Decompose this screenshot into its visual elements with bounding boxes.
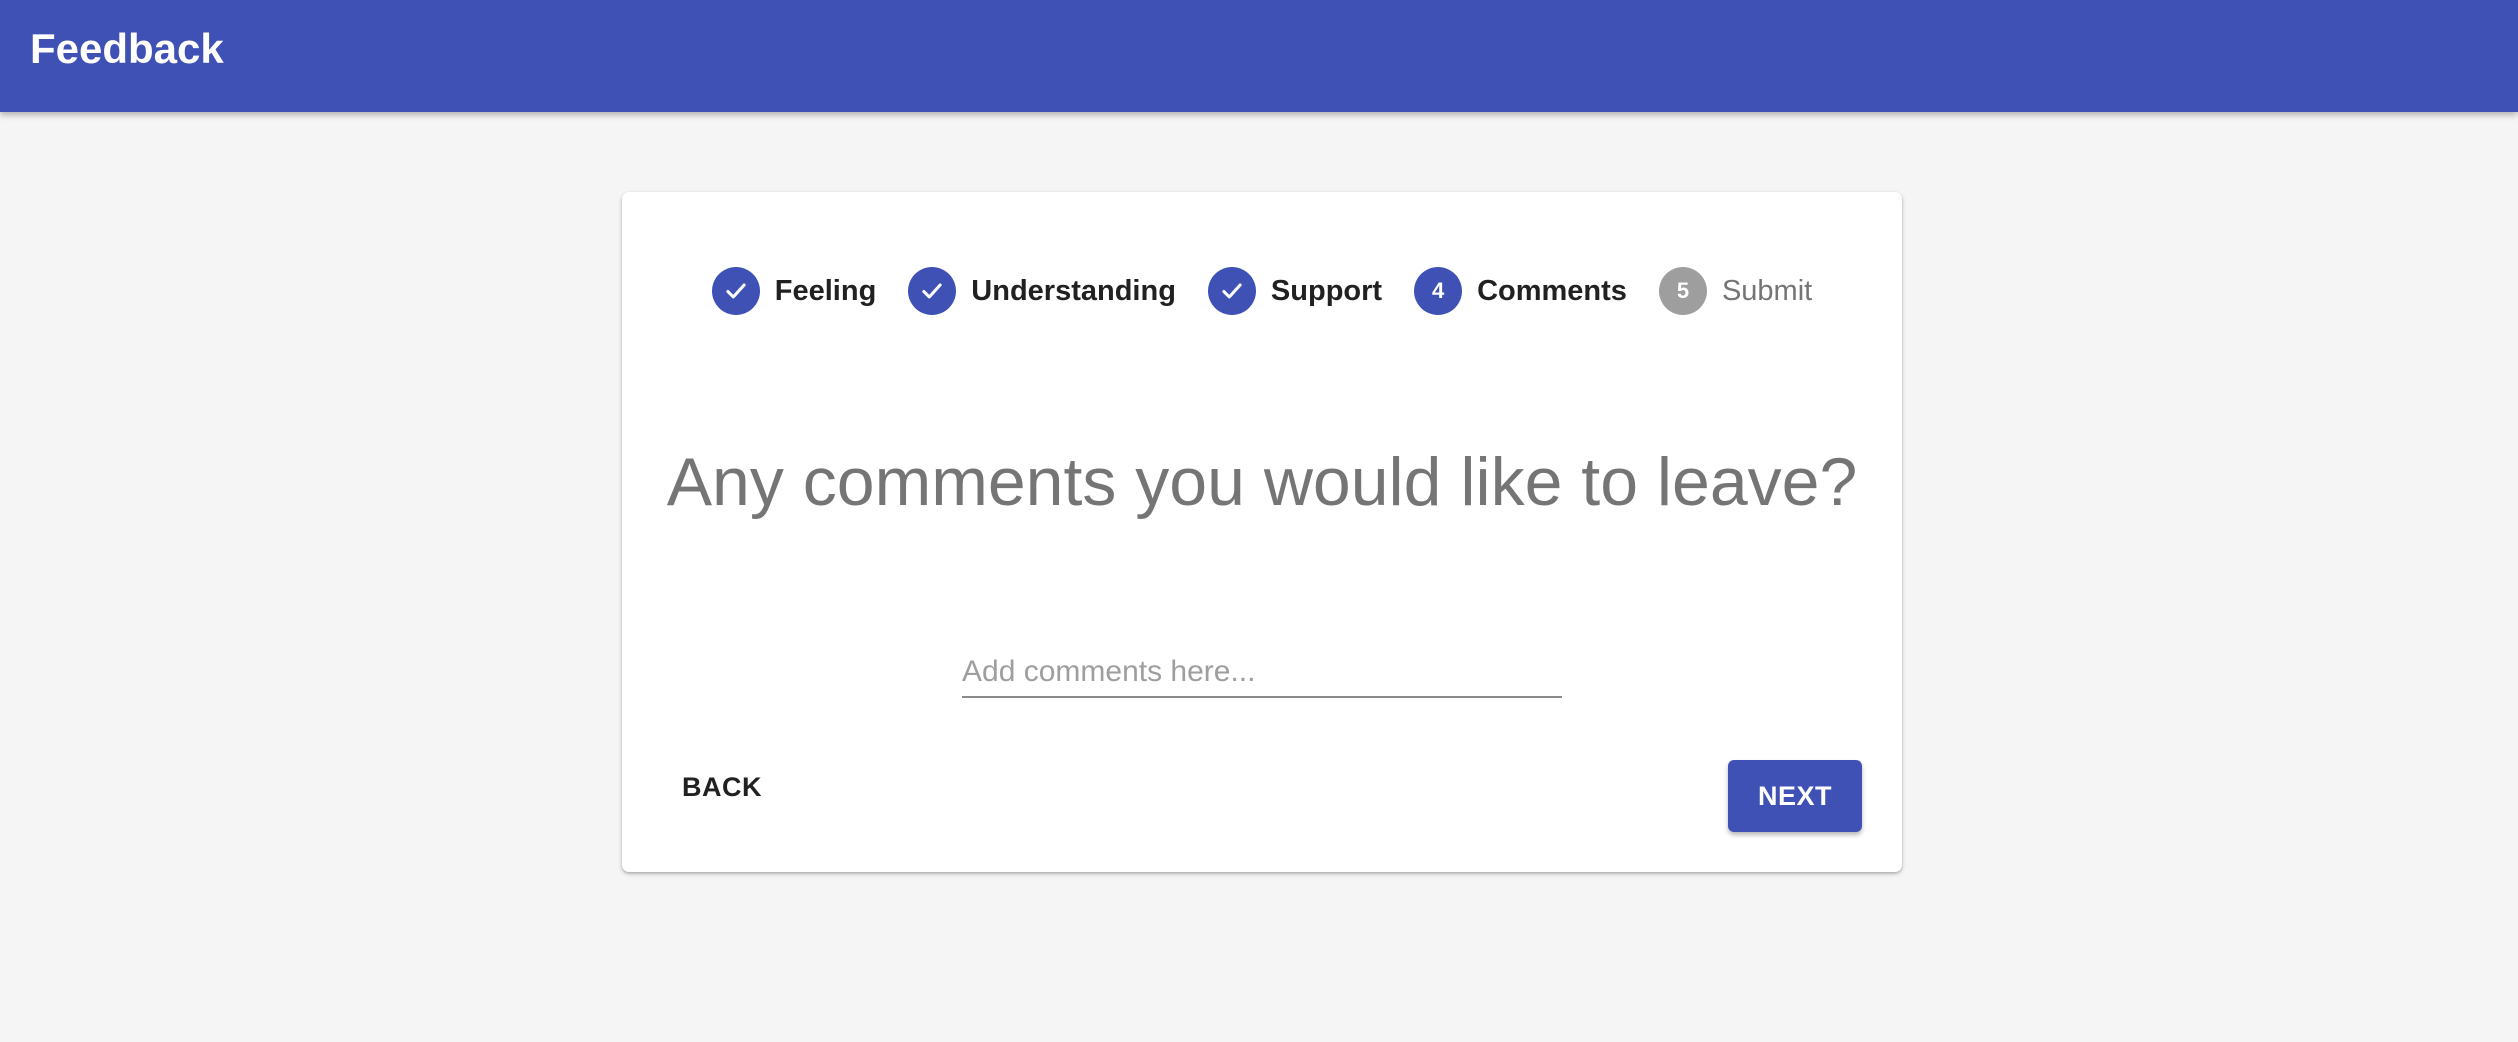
step-label: Submit	[1721, 275, 1813, 307]
feedback-card: Feeling Understanding Support 4 Comments…	[622, 192, 1902, 872]
step-submit[interactable]: 5 Submit	[1658, 267, 1813, 315]
check-icon	[1207, 267, 1256, 315]
step-understanding[interactable]: Understanding	[908, 267, 1176, 315]
step-label: Understanding	[971, 275, 1176, 307]
step-number: 4	[1414, 267, 1463, 315]
check-icon	[908, 267, 957, 315]
app-title: Feedback	[30, 25, 224, 72]
step-label: Comments	[1477, 275, 1627, 307]
check-icon	[711, 267, 760, 315]
stepper: Feeling Understanding Support 4 Comments…	[622, 266, 1902, 316]
step-feeling[interactable]: Feeling	[711, 267, 877, 315]
step-comments[interactable]: 4 Comments	[1414, 267, 1627, 315]
back-button[interactable]: BACK	[664, 758, 780, 816]
comments-input[interactable]	[962, 648, 1562, 698]
app-bar: Feedback	[0, 0, 2518, 112]
step-number: 5	[1658, 267, 1707, 315]
question-heading: Any comments you would like to leave?	[666, 444, 1858, 520]
step-label: Feeling	[774, 275, 877, 307]
step-label: Support	[1270, 275, 1383, 307]
step-support[interactable]: Support	[1207, 267, 1383, 315]
next-button[interactable]: NEXT	[1728, 760, 1862, 832]
